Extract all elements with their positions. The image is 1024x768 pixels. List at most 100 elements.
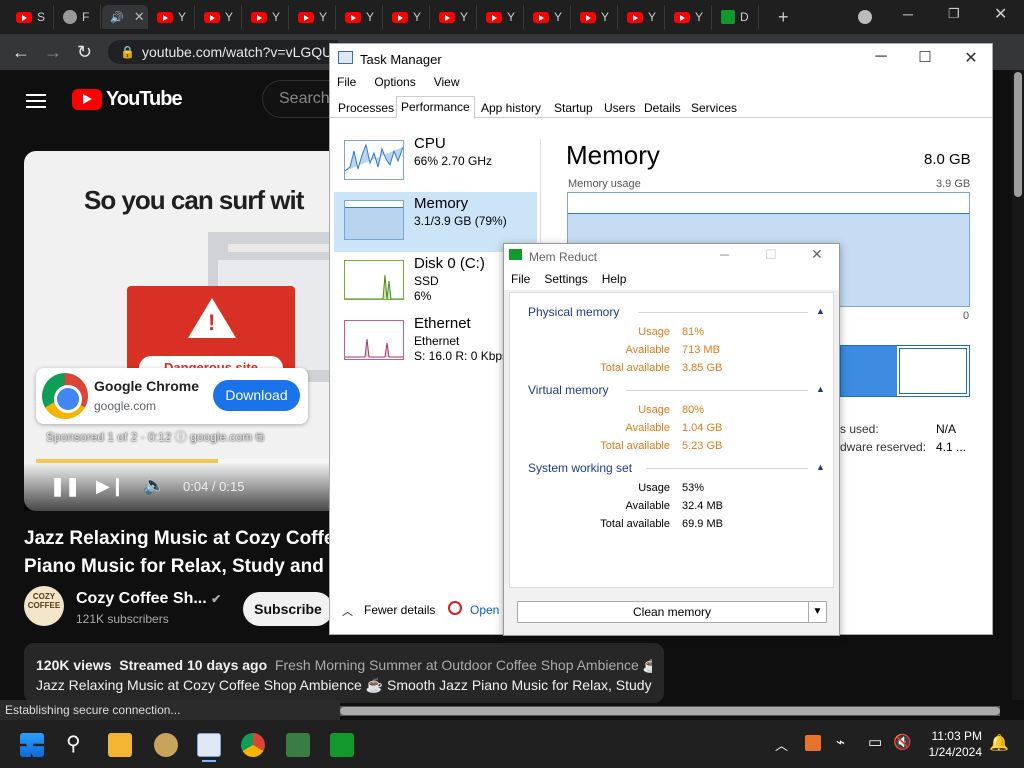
tm-menu-view[interactable]: View xyxy=(434,75,460,95)
player-progress-bar[interactable] xyxy=(36,459,334,463)
next-icon[interactable]: ▶❙ xyxy=(96,476,125,497)
browser-tab[interactable]: Y xyxy=(525,5,571,29)
browser-tab[interactable]: Y xyxy=(149,5,195,29)
chevron-up-icon[interactable]: ︿ xyxy=(342,603,353,619)
browser-tab[interactable]: Y xyxy=(478,5,524,29)
favicon-icon xyxy=(251,11,267,23)
clock-time: 11:03 PM xyxy=(931,729,982,743)
tab-performance[interactable]: Performance xyxy=(396,96,475,119)
phys-usage-label: Usage xyxy=(638,326,670,338)
browser-tab[interactable]: F xyxy=(55,5,101,29)
reload-icon[interactable]: ↻ xyxy=(77,42,92,63)
tm-maximize-button[interactable]: ☐ xyxy=(910,48,940,66)
bee-app-icon[interactable] xyxy=(154,733,178,757)
tm-menu-options[interactable]: Options xyxy=(374,75,415,95)
tab-services[interactable]: Services xyxy=(687,98,741,118)
vertical-scrollbar-thumb[interactable] xyxy=(1014,72,1022,197)
browser-tab[interactable]: Y xyxy=(337,5,383,29)
horizontal-scrollbar[interactable] xyxy=(340,706,1000,716)
tab-processes[interactable]: Processes xyxy=(334,98,398,118)
virt-total-label: Total available xyxy=(600,440,670,452)
chrome-taskbar-icon[interactable] xyxy=(241,733,265,757)
group-system-working-set[interactable]: System working set xyxy=(528,461,632,475)
tray-app-icon[interactable] xyxy=(805,735,821,751)
mr-close-button[interactable]: ✕ xyxy=(811,246,823,263)
browser-tab[interactable]: Y xyxy=(243,5,289,29)
tm-close-button[interactable]: ✕ xyxy=(956,48,986,68)
display-icon[interactable]: ▭ xyxy=(868,733,882,751)
channel-avatar[interactable]: COZY COFFEE xyxy=(24,586,64,626)
close-window-button[interactable]: ✕ xyxy=(994,4,1007,24)
chevron-up-icon[interactable]: ▲ xyxy=(816,384,825,394)
mr-minimize-button[interactable]: ─ xyxy=(720,247,729,262)
video-description[interactable]: 120K views Streamed 10 days ago Fresh Mo… xyxy=(24,643,664,703)
network-icon[interactable]: ⌁ xyxy=(836,733,845,751)
address-bar[interactable]: youtube.com/watch?v=vLGQU xyxy=(108,40,338,64)
tab-startup[interactable]: Startup xyxy=(550,98,597,118)
youtube-logo[interactable]: YouTube xyxy=(72,88,183,111)
mem-reduct-window: Mem Reduct ─ ☐ ✕ File Settings Help Phys… xyxy=(503,243,840,636)
favicon-icon xyxy=(439,11,455,23)
mem-reduct-taskbar-icon[interactable] xyxy=(330,733,354,757)
restore-button[interactable]: ❐ xyxy=(948,6,960,22)
dropdown-arrow-icon[interactable]: ▼ xyxy=(808,602,826,622)
ad-download-button[interactable]: Download xyxy=(213,380,300,411)
group-physical-memory[interactable]: Physical memory xyxy=(528,305,619,319)
lock-icon[interactable]: 🔒 xyxy=(120,45,135,59)
mr-menu-file[interactable]: File xyxy=(511,272,530,290)
forward-icon[interactable]: → xyxy=(44,42,62,63)
minimize-button[interactable]: ─ xyxy=(903,6,913,22)
browser-tab[interactable]: Y xyxy=(384,5,430,29)
clock[interactable]: 11:03 PM 1/24/2024 xyxy=(922,728,982,760)
browser-tab-label: Y xyxy=(366,10,375,24)
tab-users[interactable]: Users xyxy=(600,98,639,118)
close-tab-icon[interactable]: ✕ xyxy=(134,9,145,25)
browser-tab[interactable]: Y xyxy=(572,5,618,29)
mr-menu-settings[interactable]: Settings xyxy=(544,272,587,290)
tab-search-icon[interactable] xyxy=(858,10,872,24)
ethernet-adapter: Ethernet xyxy=(414,334,460,348)
tab-details[interactable]: Details xyxy=(640,98,685,118)
chevron-up-icon[interactable]: ▲ xyxy=(816,462,825,472)
channel-name[interactable]: Cozy Coffee Sh... ✔ xyxy=(76,590,221,608)
browser-tab-label: Y xyxy=(507,10,516,24)
perf-item-cpu[interactable]: CPU 66% 2.70 GHz xyxy=(334,132,537,192)
browser-tab[interactable]: Y xyxy=(290,5,336,29)
chevron-up-icon[interactable]: ▲ xyxy=(816,306,825,316)
browser-tab[interactable]: 🔊 ✕ xyxy=(102,5,148,29)
browser-tab[interactable]: Y xyxy=(619,5,665,29)
mr-maximize-button[interactable]: ☐ xyxy=(765,247,777,263)
browser-tab[interactable]: Y xyxy=(431,5,477,29)
tm-minimize-button[interactable]: ─ xyxy=(866,48,896,66)
favicon-icon xyxy=(204,11,220,23)
file-explorer-icon[interactable] xyxy=(108,733,132,757)
vertical-scrollbar[interactable] xyxy=(1012,70,1024,700)
clean-memory-button[interactable]: Clean memory ▼ xyxy=(517,601,827,623)
browser-tab[interactable]: S xyxy=(8,5,54,29)
app-taskbar-icon[interactable] xyxy=(286,733,310,757)
favicon-icon xyxy=(674,11,690,23)
group-virtual-memory[interactable]: Virtual memory xyxy=(528,383,608,397)
tab-app-history[interactable]: App history xyxy=(477,98,545,118)
volume-icon[interactable]: 🔈 xyxy=(143,475,165,496)
mr-menu-help[interactable]: Help xyxy=(602,272,627,290)
new-tab-button[interactable]: + xyxy=(778,7,789,28)
volume-muted-icon[interactable]: 🔇 xyxy=(893,733,912,751)
subscribe-button[interactable]: Subscribe xyxy=(243,592,333,626)
horizontal-scrollbar-thumb[interactable] xyxy=(340,707,1000,715)
open-resource-monitor-link[interactable]: Open xyxy=(470,603,499,617)
browser-tab[interactable]: D xyxy=(713,5,759,29)
pause-icon[interactable]: ❚❚ xyxy=(50,476,80,497)
browser-tab[interactable]: Y xyxy=(666,5,712,29)
fewer-details-link[interactable]: Fewer details xyxy=(364,603,435,617)
hamburger-menu-icon[interactable] xyxy=(26,90,46,112)
search-icon[interactable]: ⚲ xyxy=(66,731,81,756)
back-icon[interactable]: ← xyxy=(12,42,30,63)
tm-menu-file[interactable]: File xyxy=(337,75,356,95)
cpu-label: CPU xyxy=(414,135,446,152)
tray-chevron-up-icon[interactable]: ︿ xyxy=(775,735,788,754)
favicon-icon xyxy=(345,11,361,23)
browser-tab[interactable]: Y xyxy=(196,5,242,29)
notification-bell-icon[interactable]: 🔔 xyxy=(989,733,1009,753)
task-manager-taskbar-icon[interactable] xyxy=(197,733,221,757)
